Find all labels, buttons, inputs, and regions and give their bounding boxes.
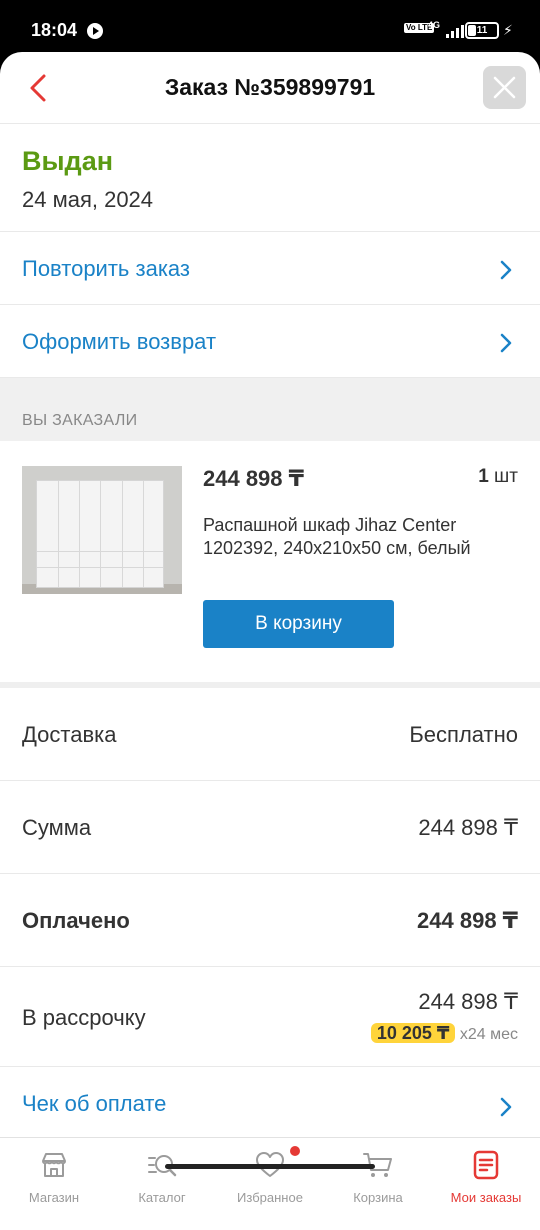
product-name[interactable]: Распашной шкаф Jihaz Center 1202392, 240… <box>203 514 513 560</box>
sum-label: Сумма <box>22 815 92 840</box>
battery-level: 11 <box>476 25 488 36</box>
tab-shop[interactable]: Магазин <box>0 1138 108 1230</box>
quantity-number: 1 <box>478 466 489 487</box>
repeat-order-row[interactable]: Повторить заказ <box>0 232 540 305</box>
tab-label: Избранное <box>237 1190 303 1205</box>
installment-row: В рассрочку 244 898 ₸ 10 205 ₸ x24 мес <box>0 967 540 1067</box>
add-to-cart-button[interactable]: В корзину <box>203 600 394 648</box>
quantity-unit: шт <box>494 466 518 487</box>
product-quantity: 1 шт <box>478 466 518 488</box>
paid-row: Оплачено 244 898 ₸ <box>0 874 540 967</box>
network-type: 4G <box>428 20 441 30</box>
product-image[interactable] <box>22 466 182 594</box>
product-card: 244 898 ₸ 1 шт Распашной шкаф Jihaz Cent… <box>0 441 540 682</box>
signal-icon <box>446 24 464 38</box>
delivery-value: Бесплатно <box>409 722 518 747</box>
chevron-right-icon <box>500 260 512 280</box>
tab-label: Каталог <box>138 1190 186 1205</box>
return-order-row[interactable]: Оформить возврат <box>0 305 540 378</box>
order-status-block: Выдан 24 мая, 2024 <box>0 124 540 232</box>
tab-my-orders[interactable]: Мои заказы <box>432 1138 540 1230</box>
order-status: Выдан <box>22 146 114 176</box>
installment-term: x24 мес <box>459 1026 518 1043</box>
home-indicator[interactable] <box>165 1164 375 1169</box>
media-play-icon <box>87 23 103 39</box>
ordered-section-title: ВЫ ЗАКАЗАЛИ <box>0 378 540 441</box>
installment-monthly-badge: 10 205 ₸ <box>370 1023 456 1043</box>
order-sheet: Заказ №359899791 Выдан 24 мая, 2024 Повт… <box>0 52 540 1230</box>
product-price: 244 898 ₸ <box>203 466 304 491</box>
payment-receipt-label: Чек об оплате <box>22 1091 167 1116</box>
tab-catalog[interactable]: Каталог <box>108 1138 216 1230</box>
close-button[interactable] <box>483 66 526 109</box>
return-order-label: Оформить возврат <box>22 329 217 354</box>
bottom-tab-bar: Магазин Каталог Избранное Корзина Мои за… <box>0 1137 540 1230</box>
order-date: 24 мая, 2024 <box>22 187 154 212</box>
close-icon <box>493 76 516 99</box>
installment-monthly: 10 205 ₸ x24 мес <box>370 1023 518 1044</box>
header: Заказ №359899791 <box>0 52 540 124</box>
delivery-label: Доставка <box>22 722 117 747</box>
delivery-row: Доставка Бесплатно <box>0 688 540 781</box>
charging-icon: ⚡ <box>503 22 513 38</box>
tab-label: Корзина <box>353 1190 403 1205</box>
shop-icon <box>42 1153 66 1177</box>
sum-value: 244 898 ₸ <box>418 815 518 840</box>
chevron-right-icon <box>500 333 512 353</box>
tab-favorites[interactable]: Избранное <box>216 1138 324 1230</box>
chevron-right-icon <box>500 1097 512 1117</box>
notification-dot <box>290 1146 300 1156</box>
tab-label: Мои заказы <box>450 1190 522 1205</box>
tab-cart[interactable]: Корзина <box>324 1138 432 1230</box>
tab-label: Магазин <box>28 1190 80 1205</box>
repeat-order-label: Повторить заказ <box>22 256 190 281</box>
status-time: 18:04 <box>31 20 78 40</box>
installment-label: В рассрочку <box>22 1005 146 1030</box>
paid-label: Оплачено <box>22 908 130 933</box>
installment-value: 244 898 ₸ <box>418 989 518 1014</box>
payment-receipt-row[interactable]: Чек об оплате <box>0 1067 540 1139</box>
wardrobe-illustration <box>36 480 164 588</box>
orders-icon <box>473 1150 499 1180</box>
page-title: Заказ №359899791 <box>164 74 376 100</box>
paid-value: 244 898 ₸ <box>417 908 518 933</box>
sum-row: Сумма 244 898 ₸ <box>0 781 540 874</box>
battery-icon: 11 <box>465 22 499 39</box>
